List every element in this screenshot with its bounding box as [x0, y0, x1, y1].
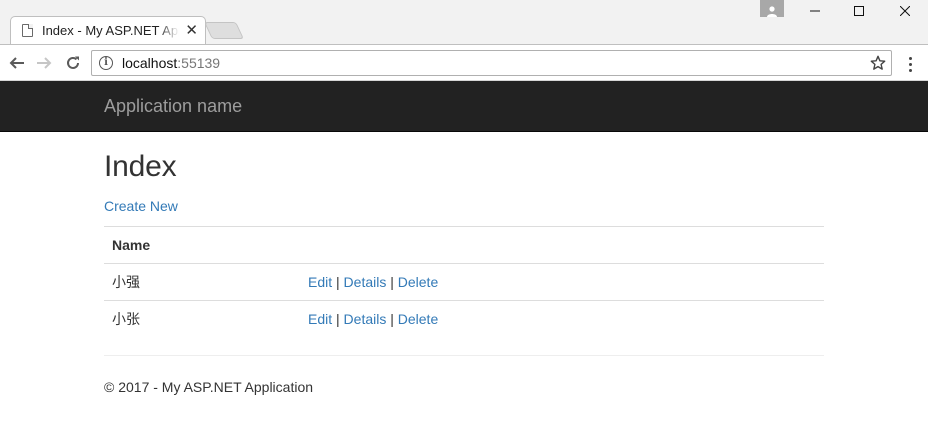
menu-dots-icon[interactable] — [900, 54, 920, 74]
browser-tab[interactable]: Index - My ASP.NET Application ✕ — [10, 16, 206, 44]
column-header-actions — [300, 226, 824, 264]
tab-close-icon[interactable]: ✕ — [185, 23, 198, 38]
close-window-button[interactable] — [882, 0, 928, 22]
row-name: 小强 — [104, 263, 300, 301]
minimize-button[interactable] — [792, 0, 838, 22]
browser-tab-strip: Index - My ASP.NET Application ✕ — [0, 0, 928, 44]
forward-arrow-icon[interactable] — [33, 52, 55, 74]
edit-link[interactable]: Edit — [308, 311, 332, 327]
separator: | — [336, 274, 340, 290]
star-icon[interactable] — [869, 54, 887, 72]
brand-link[interactable]: Application name — [104, 96, 242, 116]
profile-icon[interactable] — [760, 0, 784, 17]
site-navbar: Application name — [0, 81, 928, 132]
url-port: :55139 — [177, 55, 221, 71]
table-row: 小张 Edit | Details | Delete — [104, 300, 824, 337]
table-row: 小强 Edit | Details | Delete — [104, 263, 824, 301]
footer-divider — [104, 355, 824, 356]
maximize-button[interactable] — [836, 0, 882, 22]
separator: | — [336, 311, 340, 327]
footer-text: © 2017 - My ASP.NET Application — [104, 379, 314, 395]
row-name: 小张 — [104, 300, 300, 337]
new-tab-button[interactable] — [204, 22, 244, 39]
reload-icon[interactable] — [62, 52, 84, 74]
main-container: Index Create New Name 小强 Edit | Details … — [104, 132, 824, 337]
row-actions: Edit | Details | Delete — [300, 263, 824, 301]
table-header-row: Name — [104, 226, 824, 264]
separator: | — [390, 311, 394, 327]
tab-title: Index - My ASP.NET Application — [41, 22, 179, 38]
delete-link[interactable]: Delete — [398, 274, 438, 290]
url-host: localhost — [122, 55, 178, 71]
back-arrow-icon[interactable] — [6, 52, 28, 74]
page-icon — [22, 23, 33, 37]
edit-link[interactable]: Edit — [308, 274, 332, 290]
create-new-link[interactable]: Create New — [104, 196, 178, 216]
details-link[interactable]: Details — [344, 274, 387, 290]
row-actions: Edit | Details | Delete — [300, 300, 824, 337]
browser-toolbar: i localhost:55139 — [0, 44, 928, 81]
details-link[interactable]: Details — [344, 311, 387, 327]
delete-link[interactable]: Delete — [398, 311, 438, 327]
column-header-name: Name — [104, 226, 300, 264]
data-table: Name 小强 Edit | Details | Delete 小张 Edit — [104, 226, 824, 337]
page-title: Index — [104, 150, 177, 183]
address-bar[interactable]: i localhost:55139 — [91, 50, 892, 76]
info-icon[interactable]: i — [99, 56, 113, 70]
separator: | — [390, 274, 394, 290]
